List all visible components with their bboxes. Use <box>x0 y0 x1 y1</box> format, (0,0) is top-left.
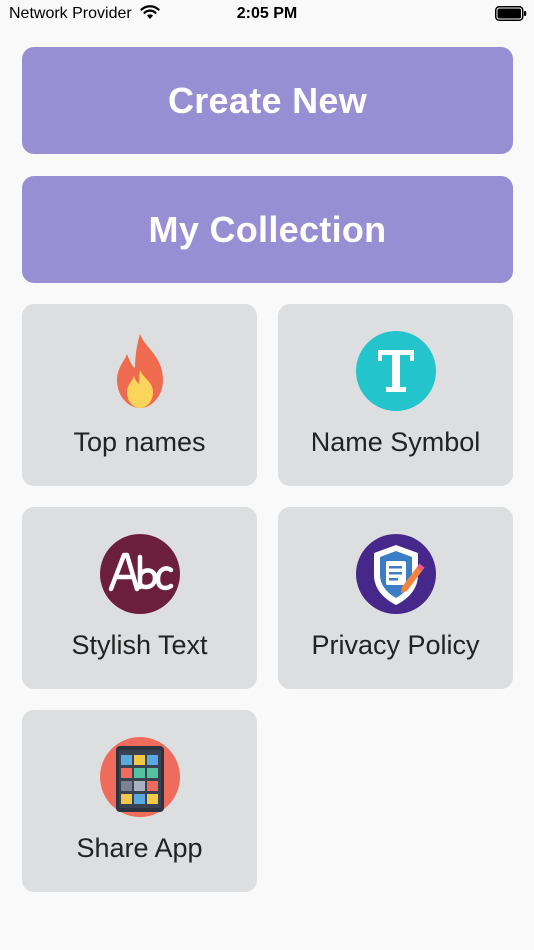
tablet-apps-icon <box>100 737 180 817</box>
abc-icon <box>100 534 180 614</box>
battery-icon <box>495 6 527 21</box>
tile-privacy-policy[interactable]: Privacy Policy <box>278 507 513 689</box>
create-new-button[interactable]: Create New <box>22 47 513 154</box>
fire-icon <box>117 334 163 408</box>
tile-name-symbol[interactable]: Name Symbol <box>278 304 513 486</box>
tile-label: Stylish Text <box>71 630 208 660</box>
clock: 2:05 PM <box>236 5 298 22</box>
letter-t-icon <box>356 331 436 411</box>
tile-top-names[interactable]: Top names <box>22 304 257 486</box>
my-collection-button[interactable]: My Collection <box>22 176 513 283</box>
tile-share-app[interactable]: Share App <box>22 710 257 892</box>
tile-label: Top names <box>73 427 206 457</box>
tile-label: Name Symbol <box>310 427 481 457</box>
tile-stylish-text[interactable]: Stylish Text <box>22 507 257 689</box>
tile-label: Share App <box>76 833 203 863</box>
tile-label: Privacy Policy <box>311 630 480 660</box>
shield-icon <box>356 534 436 614</box>
status-bar: Network Provider 2:05 PM <box>0 0 534 28</box>
